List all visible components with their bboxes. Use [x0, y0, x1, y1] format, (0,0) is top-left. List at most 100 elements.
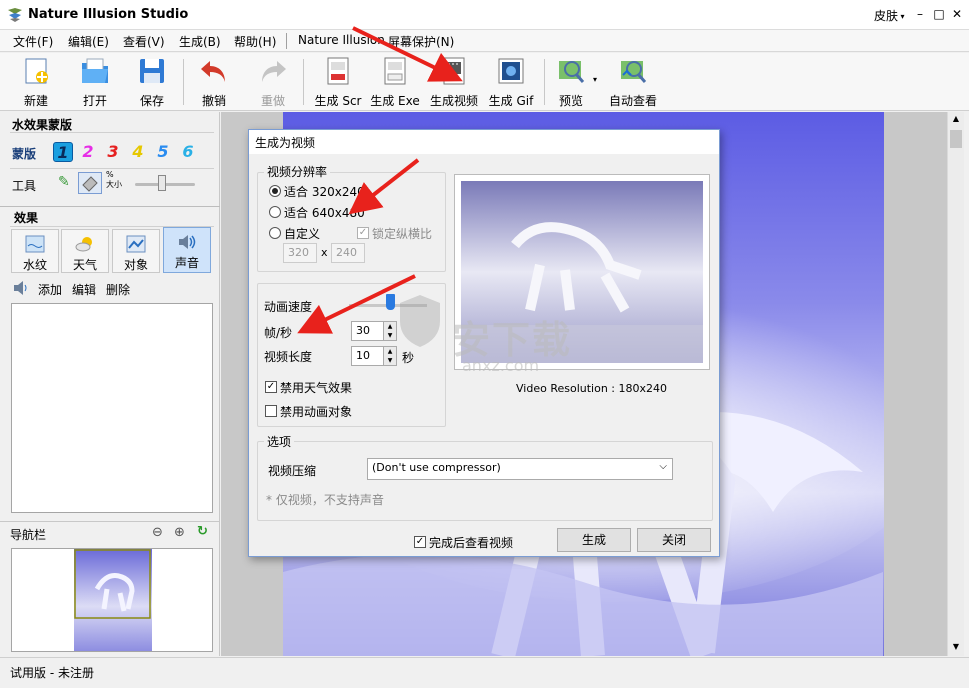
- weather-sun-cloud-icon: [75, 237, 92, 252]
- radio-320x240[interactable]: [269, 185, 281, 197]
- auto-view-button[interactable]: 自动查看: [606, 55, 660, 109]
- disable-weather-checkbox[interactable]: ✓: [265, 381, 277, 393]
- menu-file[interactable]: 文件(F): [13, 33, 53, 50]
- generate-video-button[interactable]: 生成视频: [427, 55, 481, 109]
- compressor-select[interactable]: (Don't use compressor) ⌵: [367, 458, 673, 480]
- size-slider-thumb[interactable]: [158, 175, 166, 191]
- minimize-button[interactable]: –: [911, 6, 929, 22]
- spin-down-icon[interactable]: ▼: [384, 331, 396, 340]
- close-button[interactable]: ✕: [948, 6, 966, 22]
- redo-button[interactable]: 重做: [251, 55, 295, 109]
- refresh-icon[interactable]: ↻: [197, 524, 208, 539]
- mask-button-5[interactable]: 5: [153, 142, 173, 162]
- open-button[interactable]: 打开: [73, 55, 117, 109]
- scroll-down-icon[interactable]: ▼: [949, 640, 963, 654]
- tab-ripple-label: 水纹: [22, 258, 47, 272]
- vertical-scrollbar[interactable]: ▲ ▼: [947, 112, 964, 656]
- open-label: 打开: [82, 94, 107, 108]
- zoom-out-icon[interactable]: ⊖: [152, 525, 163, 540]
- save-label: 保存: [139, 94, 164, 108]
- disable-objects-label: 禁用动画对象: [280, 405, 353, 419]
- options-group-title: 选项: [264, 433, 295, 450]
- undo-button[interactable]: 撤销: [192, 55, 236, 109]
- nav-header: 导航栏: [10, 528, 47, 542]
- radio-640x480-label: 适合 640x480: [284, 206, 365, 220]
- tab-weather[interactable]: 天气: [61, 229, 109, 273]
- length-input[interactable]: 10: [351, 346, 384, 366]
- menu-nature-illusion[interactable]: Nature Illusion: [298, 33, 385, 47]
- add-sound-button[interactable]: 添加: [38, 281, 62, 298]
- generate-scr-button[interactable]: 生成 Scr: [312, 55, 364, 109]
- toolbar: 新建 打开 保存 撤销 重做 生成 Scr 生成 Exe 生成视频 生成 Gif…: [0, 53, 969, 111]
- undo-label: 撤销: [201, 94, 226, 108]
- spin-down-icon[interactable]: ▼: [384, 356, 396, 365]
- mask-button-2[interactable]: 2: [78, 142, 98, 162]
- dialog-close-button[interactable]: 关闭: [637, 528, 711, 552]
- navigator-panel[interactable]: [11, 548, 213, 652]
- tab-weather-label: 天气: [72, 258, 97, 272]
- generate-gif-button[interactable]: 生成 Gif: [486, 55, 536, 109]
- menu-screensaver[interactable]: 屏幕保护(N): [388, 33, 454, 50]
- size-label: % 大小: [106, 170, 122, 190]
- sound-list[interactable]: [11, 303, 213, 513]
- length-spinner[interactable]: ▲ ▼: [383, 346, 397, 366]
- maximize-button[interactable]: □: [930, 6, 948, 22]
- speed-slider-thumb[interactable]: [386, 294, 395, 310]
- custom-height-input[interactable]: 240: [331, 243, 365, 263]
- radio-640x480[interactable]: [269, 206, 281, 218]
- new-button[interactable]: 新建: [14, 55, 58, 109]
- resolution-group-title: 视频分辨率: [264, 163, 331, 180]
- disable-objects-checkbox[interactable]: [265, 405, 277, 417]
- generate-exe-button[interactable]: 生成 Exe: [369, 55, 421, 109]
- menu-build[interactable]: 生成(B): [179, 33, 221, 50]
- skin-label: 皮肤: [874, 9, 899, 23]
- eraser-tool-button[interactable]: [78, 172, 102, 194]
- view-after-label: 完成后查看视频: [429, 536, 514, 550]
- menu-view[interactable]: 查看(V): [123, 33, 165, 50]
- redo-arrow-icon: [262, 61, 286, 82]
- fps-spinner[interactable]: ▲ ▼: [383, 321, 397, 341]
- mask-button-6[interactable]: 6: [178, 142, 198, 162]
- lock-ratio-checkbox[interactable]: ✓: [357, 227, 369, 239]
- generate-video-label: 生成视频: [429, 94, 478, 108]
- mask-button-3[interactable]: 3: [103, 142, 123, 162]
- mask-button-1[interactable]: 1: [53, 142, 73, 162]
- watermark-sub: anxz.com: [462, 356, 540, 375]
- view-after-checkbox[interactable]: ✓: [414, 536, 426, 548]
- zoom-in-icon[interactable]: ⊕: [174, 525, 185, 540]
- tab-ripple[interactable]: 水纹: [11, 229, 59, 273]
- generate-scr-label: 生成 Scr: [314, 94, 362, 108]
- pencil-icon[interactable]: ✎: [58, 174, 74, 192]
- preview-button[interactable]: 预览: [551, 55, 591, 109]
- chevron-down-icon: ▾: [898, 12, 905, 21]
- length-label: 视频长度: [264, 350, 313, 364]
- custom-width-input[interactable]: 320: [283, 243, 317, 263]
- spin-up-icon[interactable]: ▲: [384, 347, 396, 356]
- gif-image-icon: [498, 58, 524, 84]
- radio-custom[interactable]: [269, 227, 281, 239]
- mask-button-4[interactable]: 4: [128, 142, 148, 162]
- tab-objects[interactable]: 对象: [112, 229, 160, 273]
- options-group: [257, 441, 713, 521]
- menu-edit[interactable]: 编辑(E): [68, 33, 109, 50]
- skin-menu[interactable]: 皮肤 ▾: [874, 7, 905, 24]
- mask-selector: 123456: [53, 140, 213, 164]
- tab-sound[interactable]: 声音: [163, 227, 211, 273]
- speed-label: 动画速度: [264, 300, 313, 314]
- scroll-up-icon[interactable]: ▲: [949, 112, 963, 126]
- scroll-thumb[interactable]: [950, 130, 962, 148]
- fps-input[interactable]: 30: [351, 321, 384, 341]
- preview-dropdown-icon[interactable]: ▾: [593, 75, 597, 84]
- edit-sound-button[interactable]: 编辑: [72, 281, 96, 298]
- generate-button[interactable]: 生成: [557, 528, 631, 552]
- status-text: 试用版 - 未注册: [10, 666, 94, 680]
- save-button[interactable]: 保存: [130, 55, 174, 109]
- screensaver-icon: [327, 57, 349, 85]
- delete-sound-button[interactable]: 删除: [106, 281, 130, 298]
- fps-label: 帧/秒: [264, 326, 293, 340]
- spin-up-icon[interactable]: ▲: [384, 322, 396, 331]
- tools-label: 工具: [12, 179, 37, 193]
- mask-label: 蒙版: [12, 147, 37, 161]
- tab-objects-label: 对象: [123, 258, 148, 272]
- menu-help[interactable]: 帮助(H): [234, 33, 276, 50]
